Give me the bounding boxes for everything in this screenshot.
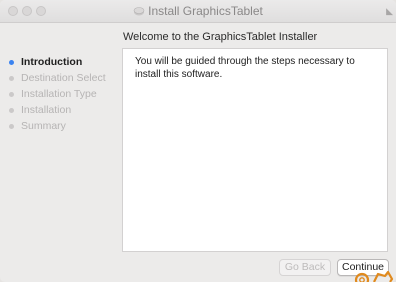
- step-bullet-icon: [9, 124, 14, 129]
- window-title: Install GraphicsTablet: [148, 4, 263, 18]
- step-summary: Summary: [8, 118, 120, 134]
- installer-steps-list: Introduction Destination Select Installa…: [8, 54, 120, 134]
- go-back-button[interactable]: Go Back: [279, 259, 331, 276]
- step-bullet-icon: [9, 92, 14, 97]
- step-bullet-icon: [9, 108, 14, 113]
- content-panel: You will be guided through the steps nec…: [122, 48, 388, 252]
- step-label: Installation Type: [21, 88, 97, 100]
- fullscreen-icon[interactable]: ◣: [386, 6, 393, 17]
- step-label: Introduction: [21, 56, 83, 68]
- window-title-group: Install GraphicsTablet: [0, 4, 396, 18]
- step-bullet-icon: [9, 60, 14, 65]
- step-introduction: Introduction: [8, 54, 120, 70]
- step-bullet-icon: [9, 76, 14, 81]
- step-label: Installation: [21, 104, 72, 116]
- intro-text: You will be guided through the steps nec…: [135, 56, 355, 80]
- step-installation: Installation: [8, 102, 120, 118]
- step-label: Destination Select: [21, 72, 106, 84]
- title-bar[interactable]: Install GraphicsTablet ◣: [0, 0, 396, 23]
- step-label: Summary: [21, 120, 66, 132]
- page-heading: Welcome to the GraphicsTablet Installer: [123, 31, 318, 43]
- step-installation-type: Installation Type: [8, 86, 120, 102]
- pointer-cursor-icon: [354, 270, 394, 282]
- installer-window: Install GraphicsTablet ◣ Welcome to the …: [0, 0, 396, 282]
- installer-box-icon: [133, 7, 145, 16]
- step-destination-select: Destination Select: [8, 70, 120, 86]
